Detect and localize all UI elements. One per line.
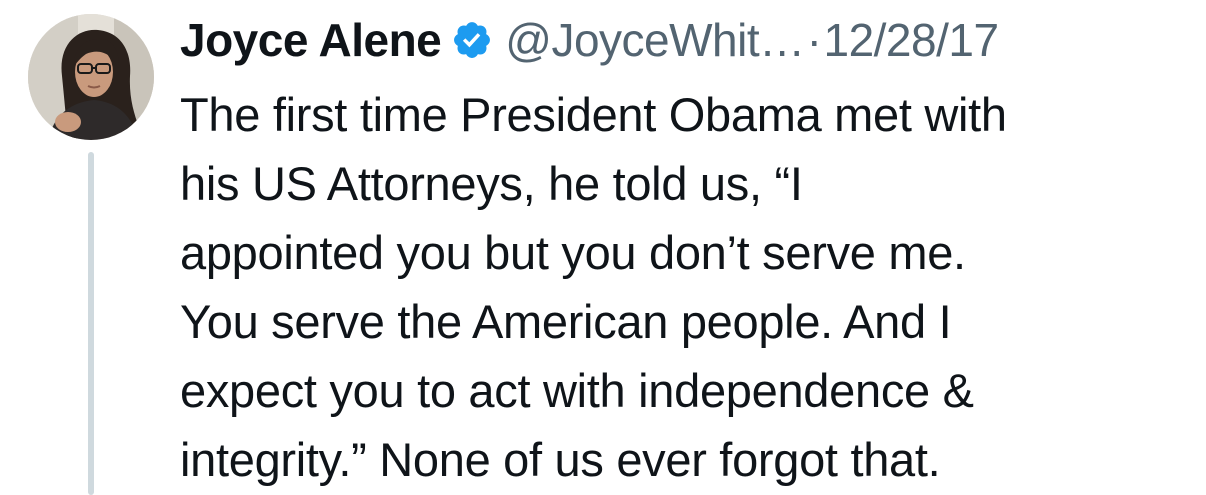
- tweet[interactable]: Joyce Alene @JoyceWhit… · 12/28/17 The f…: [0, 0, 1206, 495]
- tweet-date[interactable]: 12/28/17: [823, 13, 999, 67]
- tweet-text-line: You serve the American people. And I: [180, 295, 952, 348]
- tweet-text: The first time President Obama met with …: [180, 80, 1190, 494]
- verified-badge-icon[interactable]: [451, 19, 493, 61]
- tweet-text-line: The first time President Obama met with: [180, 88, 1007, 141]
- thread-connector-line: [88, 152, 94, 495]
- author-handle[interactable]: @JoyceWhit…: [505, 13, 805, 67]
- tweet-header: Joyce Alene @JoyceWhit… · 12/28/17: [180, 8, 999, 72]
- header-separator: ·: [806, 14, 822, 66]
- tweet-text-line: integrity.” None of us ever forgot that.: [180, 433, 941, 486]
- tweet-text-line: appointed you but you don’t serve me.: [180, 226, 966, 279]
- tweet-text-line: expect you to act with independence &: [180, 364, 974, 417]
- avatar-photo-icon: [28, 14, 154, 140]
- tweet-text-line: his US Attorneys, he told us, “I: [180, 157, 803, 210]
- author-display-name[interactable]: Joyce Alene: [180, 13, 442, 67]
- author-avatar[interactable]: [28, 14, 154, 140]
